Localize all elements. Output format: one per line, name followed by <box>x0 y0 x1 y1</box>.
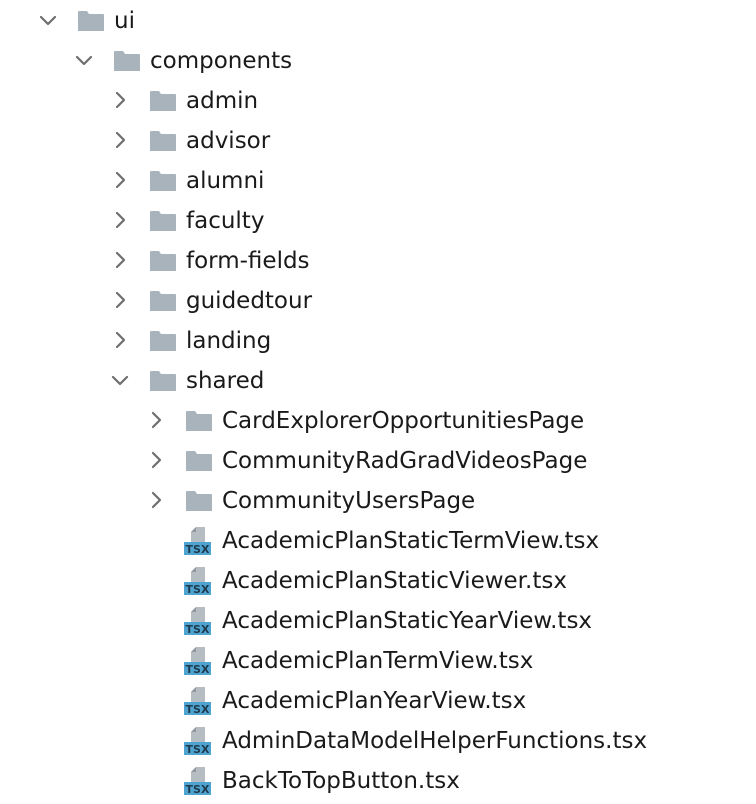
tree-row-folder-admin[interactable]: admin <box>0 80 756 120</box>
tree-item-label: AcademicPlanYearView.tsx <box>222 688 527 714</box>
svg-text:TSX: TSX <box>186 623 210 636</box>
chevron-right-icon[interactable] <box>108 88 132 112</box>
chevron-right-icon[interactable] <box>108 248 132 272</box>
chevron-right-icon[interactable] <box>144 448 168 472</box>
folder-icon <box>149 250 177 272</box>
tree-row-folder-advisor[interactable]: advisor <box>0 120 756 160</box>
tree-row-folder-shared[interactable]: shared <box>0 360 756 400</box>
tree-item-label: landing <box>186 328 272 354</box>
tree-row-folder-landing[interactable]: landing <box>0 320 756 360</box>
chevron-right-icon[interactable] <box>108 288 132 312</box>
tree-item-label: CardExplorerOpportunitiesPage <box>222 408 585 434</box>
tree-item-label: form-fields <box>186 248 310 274</box>
folder-icon <box>113 50 141 72</box>
tree-item-label: AcademicPlanStaticViewer.tsx <box>222 568 567 594</box>
tree-row-file-item[interactable]: TSX AcademicPlanYearView.tsx <box>0 680 756 720</box>
folder-icon <box>149 90 177 112</box>
svg-text:TSX: TSX <box>186 703 210 716</box>
folder-icon <box>77 10 105 32</box>
tree-item-label: CommunityUsersPage <box>222 488 476 514</box>
folder-icon <box>149 210 177 232</box>
chevron-right-icon[interactable] <box>108 128 132 152</box>
chevron-down-icon[interactable] <box>36 8 60 32</box>
folder-icon <box>185 490 213 512</box>
folder-icon <box>149 290 177 312</box>
tree-row-folder-community-users-page[interactable]: CommunityUsersPage <box>0 480 756 520</box>
folder-icon <box>185 450 213 472</box>
tree-item-label: AdminDataModelHelperFunctions.tsx <box>222 728 648 754</box>
tree-item-label: AcademicPlanStaticTermView.tsx <box>222 528 600 554</box>
chevron-right-icon[interactable] <box>144 488 168 512</box>
tree-row-file-item[interactable]: TSX AdminDataModelHelperFunctions.tsx <box>0 720 756 760</box>
folder-icon <box>149 130 177 152</box>
svg-text:TSX: TSX <box>186 663 210 676</box>
tree-row-file-item[interactable]: TSX AcademicPlanStaticYearView.tsx <box>0 600 756 640</box>
tree-row-folder-faculty[interactable]: faculty <box>0 200 756 240</box>
tree-item-label: CommunityRadGradVideosPage <box>222 448 588 474</box>
tree-row-folder-guidedtour[interactable]: guidedtour <box>0 280 756 320</box>
tsx-file-icon: TSX <box>183 646 215 676</box>
chevron-right-icon[interactable] <box>144 408 168 432</box>
tree-row-folder-form-fields[interactable]: form-fields <box>0 240 756 280</box>
chevron-down-icon[interactable] <box>108 368 132 392</box>
tree-item-label: BackToTopButton.tsx <box>222 768 460 794</box>
tree-row-file-item[interactable]: TSX AcademicPlanStaticViewer.tsx <box>0 560 756 600</box>
svg-text:TSX: TSX <box>186 583 210 596</box>
folder-icon <box>149 370 177 392</box>
tsx-file-icon: TSX <box>183 566 215 596</box>
tree-row-file-item[interactable]: TSX BackToTopButton.tsx <box>0 760 756 800</box>
tree-item-label: faculty <box>186 208 265 234</box>
tree-row-file-item[interactable]: TSX AcademicPlanStaticTermView.tsx <box>0 520 756 560</box>
project-file-tree: ui components admin advisor alumni faculty for… <box>0 0 756 804</box>
tsx-file-icon: TSX <box>183 606 215 636</box>
folder-icon <box>149 170 177 192</box>
folder-icon <box>149 330 177 352</box>
tree-item-label: AcademicPlanStaticYearView.tsx <box>222 608 593 634</box>
chevron-right-icon[interactable] <box>108 208 132 232</box>
tree-row-folder-components[interactable]: components <box>0 40 756 80</box>
tree-item-label: advisor <box>186 128 271 154</box>
tree-item-label: ui <box>114 8 135 34</box>
tree-row-folder-community-rad-grad-videos-page[interactable]: CommunityRadGradVideosPage <box>0 440 756 480</box>
tsx-file-icon: TSX <box>183 726 215 756</box>
svg-text:TSX: TSX <box>186 783 210 796</box>
svg-text:TSX: TSX <box>186 743 210 756</box>
tree-row-folder-alumni[interactable]: alumni <box>0 160 756 200</box>
chevron-right-icon[interactable] <box>108 328 132 352</box>
tsx-file-icon: TSX <box>183 686 215 716</box>
tree-item-label: AcademicPlanTermView.tsx <box>222 648 534 674</box>
svg-text:TSX: TSX <box>186 543 210 556</box>
tree-item-label: guidedtour <box>186 288 313 314</box>
tree-item-label: admin <box>186 88 259 114</box>
tree-item-label: components <box>150 48 293 74</box>
tree-item-label: alumni <box>186 168 265 194</box>
tree-row-file-item[interactable]: TSX AcademicPlanTermView.tsx <box>0 640 756 680</box>
tsx-file-icon: TSX <box>183 766 215 796</box>
tree-row-folder-ui[interactable]: ui <box>0 0 756 40</box>
tree-row-folder-card-explorer-opportunities-page[interactable]: CardExplorerOpportunitiesPage <box>0 400 756 440</box>
folder-icon <box>185 410 213 432</box>
tsx-file-icon: TSX <box>183 526 215 556</box>
chevron-down-icon[interactable] <box>72 48 96 72</box>
chevron-right-icon[interactable] <box>108 168 132 192</box>
tree-item-label: shared <box>186 368 265 394</box>
